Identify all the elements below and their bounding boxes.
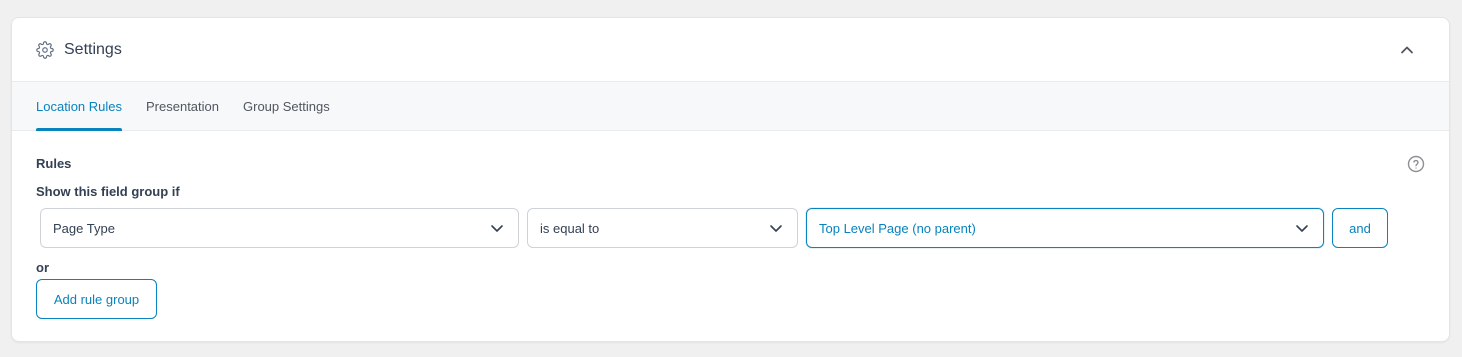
settings-panel: Settings Location Rules Presentation Gro… [11, 17, 1450, 342]
chevron-up-icon[interactable] [1397, 40, 1417, 60]
tab-presentation[interactable]: Presentation [146, 82, 219, 130]
rules-heading: Rules [36, 156, 72, 171]
rule-value-select[interactable]: Top Level Page (no parent) [806, 208, 1324, 248]
and-button[interactable]: and [1332, 208, 1388, 248]
panel-title: Settings [64, 40, 122, 58]
rule-param-value: Page Type [53, 220, 115, 236]
rule-operator-value: is equal to [540, 220, 600, 236]
rule-value-value: Top Level Page (no parent) [819, 220, 976, 236]
chevron-down-icon [769, 221, 783, 235]
rule-param-select[interactable]: Page Type [40, 208, 519, 248]
tab-group-settings[interactable]: Group Settings [243, 82, 330, 130]
gear-icon [36, 40, 54, 59]
help-circle-icon[interactable] [1407, 155, 1425, 173]
or-label: or [36, 260, 49, 275]
condition-label: Show this field group if [36, 184, 180, 199]
tab-bar: Location Rules Presentation Group Settin… [12, 82, 1449, 131]
rule-operator-select[interactable]: is equal to [527, 208, 798, 248]
chevron-down-icon [1295, 221, 1309, 235]
panel-header[interactable]: Settings [12, 18, 1449, 82]
chevron-down-icon [490, 221, 504, 235]
tab-location-rules[interactable]: Location Rules [36, 82, 122, 131]
add-rule-group-button[interactable]: Add rule group [36, 279, 157, 319]
